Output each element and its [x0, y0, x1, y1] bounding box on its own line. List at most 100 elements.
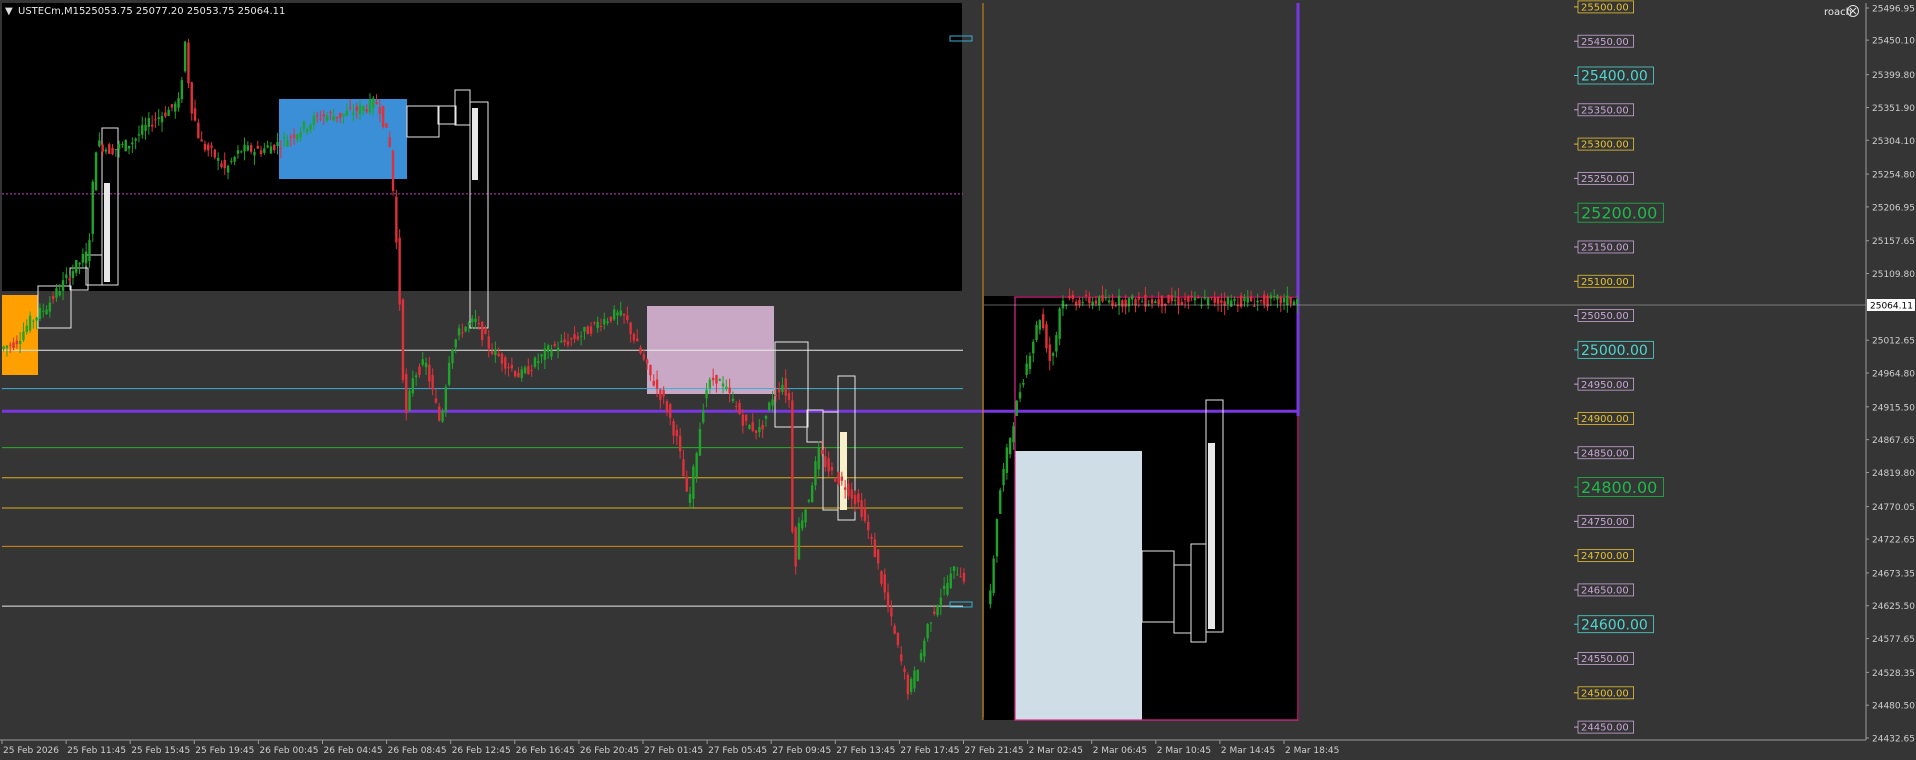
candle-body — [546, 345, 550, 352]
candle-body — [517, 372, 520, 378]
candle-body — [1098, 296, 1101, 306]
candle-body — [1032, 341, 1035, 354]
candle-body — [735, 405, 738, 407]
candle-body — [292, 134, 296, 139]
candle-body — [923, 640, 926, 657]
candle-body — [669, 404, 672, 418]
candle-body — [573, 334, 576, 339]
candle-body — [794, 527, 797, 567]
menu-arrow-icon[interactable]: ▼ — [5, 6, 13, 17]
time-tick-label: 27 Feb 05:45 — [708, 746, 767, 756]
candle-body — [685, 476, 688, 492]
candle-body — [1055, 335, 1058, 352]
time-tick-label: 2 Mar 14:45 — [1221, 746, 1275, 756]
candle-body — [824, 456, 827, 468]
candle-body — [513, 371, 517, 377]
time-tick-label: 26 Feb 08:45 — [388, 746, 447, 756]
time-tick-label: 2 Mar 18:45 — [1285, 746, 1339, 756]
candle-body — [933, 611, 936, 614]
candle-body — [807, 500, 811, 502]
range-box — [806, 409, 824, 443]
axis-tick-label: 25304.10 — [1872, 137, 1915, 147]
candle-body — [365, 109, 368, 112]
candle-body — [870, 537, 873, 539]
price-chart[interactable]: ▼ USTECm,M15 25053.75 25077.20 25053.75 … — [0, 0, 1916, 760]
candle-body — [847, 483, 850, 497]
axis-tick-label: 24528.35 — [1872, 669, 1915, 679]
candle-body — [599, 325, 603, 327]
candle-body — [312, 116, 316, 125]
candle-body — [447, 362, 451, 385]
ohlc-label: 25053.75 25077.20 25053.75 25064.11 — [85, 6, 285, 17]
candle-body — [540, 354, 543, 357]
candle-body — [273, 144, 276, 151]
body-fill — [472, 108, 478, 180]
candle-body — [1286, 295, 1289, 306]
candle-body — [18, 340, 22, 344]
candle-body — [339, 112, 342, 118]
candle-body — [78, 262, 81, 265]
candle-body — [586, 326, 589, 335]
candle-body — [642, 354, 646, 360]
candle-body — [395, 196, 398, 243]
time-tick-label: 26 Feb 20:45 — [580, 746, 639, 756]
candle-body — [1088, 297, 1091, 304]
candle-body — [25, 325, 28, 332]
candle-body — [1210, 296, 1213, 298]
candle-body — [193, 108, 197, 121]
candle-body — [626, 315, 629, 321]
candle-body — [1256, 300, 1259, 303]
candle-body — [1061, 300, 1065, 309]
candle-body — [500, 353, 504, 364]
candle-body — [368, 99, 372, 113]
candle-body — [411, 378, 415, 394]
upper-black-zone — [2, 3, 964, 291]
ladder-price-label: 25200.00 — [1581, 203, 1657, 222]
candle-body — [246, 145, 250, 151]
axis-tick-label: 24673.35 — [1872, 569, 1915, 579]
axis-tick-label: 24480.50 — [1872, 702, 1915, 712]
candle-body — [421, 359, 424, 365]
body-fill — [840, 432, 847, 510]
candle-body — [560, 340, 563, 342]
axis-tick-label: 25254.80 — [1872, 171, 1915, 181]
candle-body — [467, 322, 471, 325]
body-fill — [1208, 443, 1215, 629]
candle-body — [1025, 363, 1028, 375]
candle-body — [477, 323, 481, 325]
candle-body — [919, 653, 923, 661]
ladder-price-label: 24550.00 — [1581, 654, 1629, 665]
candle-body — [1177, 296, 1180, 305]
candle-body — [164, 112, 167, 117]
axis-tick-label: 25399.80 — [1872, 71, 1915, 81]
candle-body — [464, 326, 467, 332]
candle-body — [1157, 299, 1160, 305]
candle-body — [147, 118, 151, 127]
ladder-price-label: 24750.00 — [1581, 517, 1629, 528]
candle-body — [1197, 297, 1200, 299]
candle-body — [121, 144, 124, 146]
ladder-price-label: 24800.00 — [1581, 478, 1657, 497]
candle-body — [81, 254, 85, 263]
time-tick-label: 2 Mar 02:45 — [1029, 746, 1083, 756]
candle-body — [28, 315, 32, 331]
candle-body — [860, 500, 863, 517]
ladder-price-label: 24900.00 — [1581, 414, 1629, 425]
candle-body — [1150, 299, 1154, 304]
candle-body — [718, 379, 721, 381]
candle-body — [810, 485, 814, 503]
candle-body — [157, 117, 160, 119]
axis-tick-label: 24964.80 — [1872, 370, 1915, 380]
candle-body — [1078, 299, 1081, 306]
candle-body — [1246, 297, 1249, 303]
candle-body — [530, 369, 533, 371]
candle-body — [827, 458, 830, 472]
time-tick-label: 25 Feb 15:45 — [131, 746, 190, 756]
candle-body — [58, 291, 61, 296]
candle-body — [177, 98, 180, 108]
candle-body — [1104, 297, 1108, 299]
candle-body — [266, 145, 269, 148]
candle-body — [259, 150, 263, 154]
candle-body — [1041, 314, 1045, 328]
candle-body — [1081, 302, 1084, 304]
